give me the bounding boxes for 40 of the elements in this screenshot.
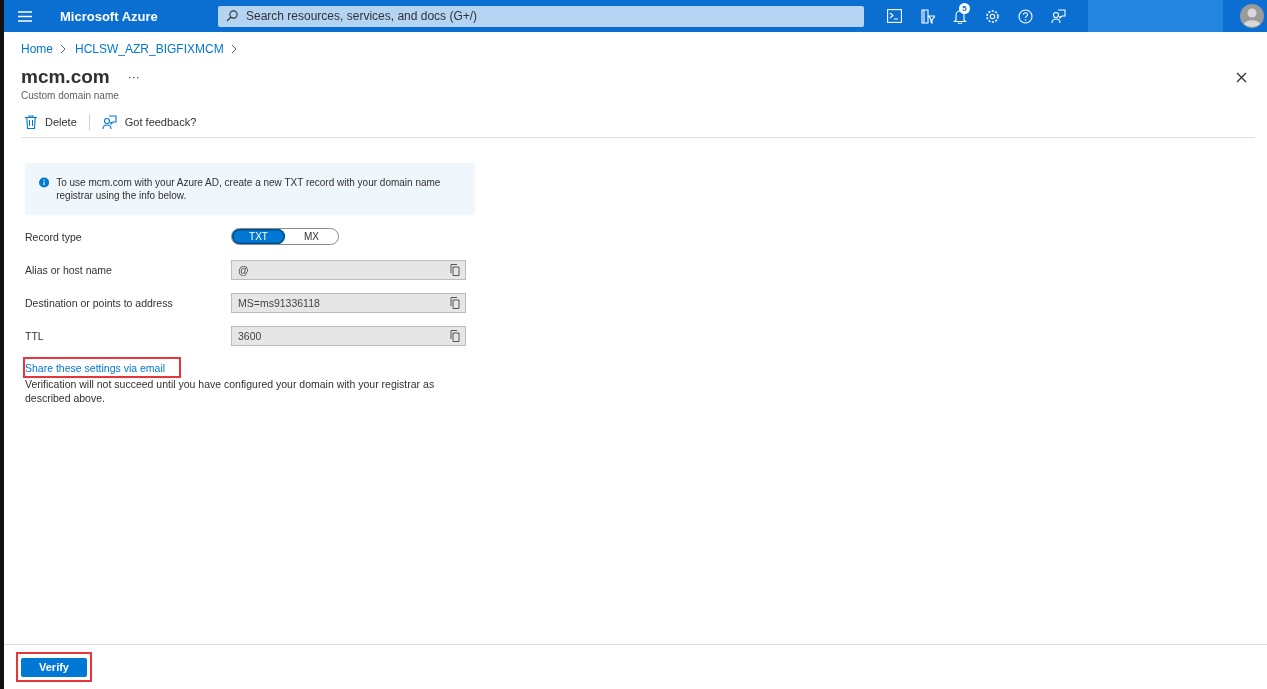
breadcrumb-link[interactable]: Home: [21, 42, 53, 56]
page-title: mcm.com: [21, 66, 110, 88]
toolbar-button[interactable]: Delete: [21, 115, 81, 129]
info-message: To use mcm.com with your Azure AD, create a new TXT record with your domain name registrar using the info below.: [56, 176, 442, 202]
settings-icon[interactable]: [985, 8, 1000, 24]
notification-icon[interactable]: [953, 8, 967, 24]
notification-badge: 5: [959, 2, 970, 14]
chevron-right-icon: [60, 44, 66, 54]
chevron-right-icon: [230, 44, 237, 54]
feedback-icon: [101, 114, 117, 130]
menu-icon[interactable]: [18, 10, 32, 22]
field-label: Destination or points to address: [25, 296, 174, 309]
breadcrumb-link[interactable]: HCLSW_AZR_BIGFIXMCM: [75, 42, 224, 56]
info-icon: [39, 176, 50, 189]
toolbar-button[interactable]: Got feedback?: [97, 114, 201, 130]
page-subtitle: Custom domain name: [21, 90, 120, 101]
record-type-option[interactable]: MX: [285, 229, 338, 244]
close-icon[interactable]: [1236, 71, 1247, 83]
verify-button[interactable]: Verify: [21, 657, 87, 677]
terminal-icon[interactable]: [887, 9, 902, 23]
readonly-field[interactable]: 3600: [231, 325, 466, 346]
more-button[interactable]: ···: [127, 70, 140, 84]
help-icon[interactable]: [1018, 8, 1033, 24]
field-label: TTL: [25, 329, 45, 342]
trash-icon: [25, 115, 37, 129]
feedback-icon[interactable]: [1051, 8, 1066, 24]
record-type-option[interactable]: TXT: [232, 229, 285, 244]
search-field[interactable]: Search resources, services, and docs (G+/): [218, 5, 864, 27]
field-label: Alias or host name: [25, 263, 113, 276]
avatar-icon[interactable]: [1240, 4, 1264, 28]
copy-icon[interactable]: [450, 329, 460, 342]
readonly-field[interactable]: MS=ms91336118: [231, 292, 466, 313]
directory-filter-icon[interactable]: [920, 8, 935, 24]
verification-note: Verification will not succeed until you have configured your domain with your registrar as described above.: [25, 377, 436, 405]
share-email-link[interactable]: Share these settings via email: [25, 359, 180, 376]
brand-name[interactable]: Microsoft Azure: [60, 8, 218, 24]
readonly-field[interactable]: @: [231, 259, 466, 280]
copy-icon[interactable]: [450, 263, 460, 276]
copy-icon[interactable]: [450, 296, 460, 309]
field-label: Record type: [25, 230, 83, 243]
